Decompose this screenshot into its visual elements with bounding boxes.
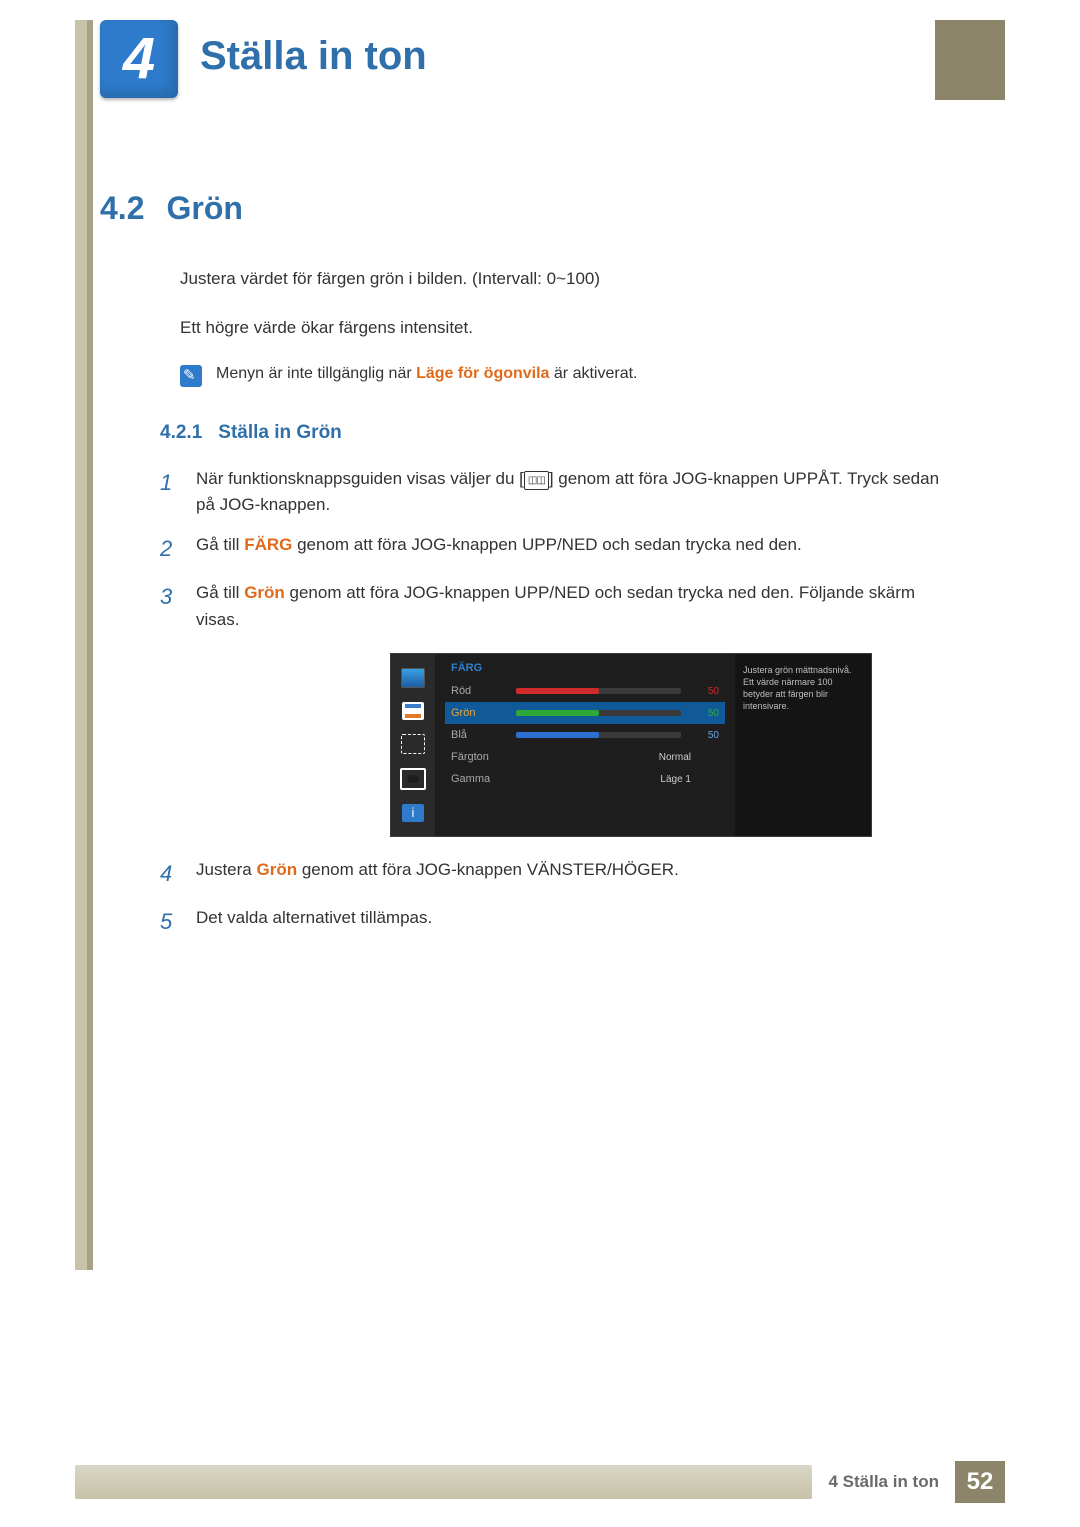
osd-row-tone: Färgton Normal xyxy=(445,746,725,768)
step-body: Det valda alternativet tillämpas. xyxy=(196,905,950,939)
osd-value-tone: Normal xyxy=(516,752,719,763)
osd-fill-green xyxy=(516,710,599,716)
step-1-pre: När funktionsknappsguiden visas väljer d… xyxy=(196,469,524,488)
step-body: Justera Grön genom att föra JOG-knappen … xyxy=(196,857,950,891)
page-number: 52 xyxy=(955,1461,1005,1503)
step-1: 1 När funktionsknappsguiden visas väljer… xyxy=(160,466,950,519)
step-4: 4 Justera Grön genom att föra JOG-knappe… xyxy=(160,857,950,891)
step-body: När funktionsknappsguiden visas väljer d… xyxy=(196,466,950,519)
subsection-title: Ställa in Grön xyxy=(218,422,342,444)
intro-paragraph-2: Ett högre värde ökar färgens intensitet. xyxy=(180,316,950,340)
menu-icon: ◫◫ xyxy=(524,471,549,491)
left-stripe xyxy=(75,20,87,1270)
osd-main: FÄRG Röd 50 Grön 50 Blå 50 Fär xyxy=(435,654,735,836)
step-body: Gå till FÄRG genom att föra JOG-knappen … xyxy=(196,532,950,566)
osd-fill-red xyxy=(516,688,599,694)
subsection-heading: 4.2.1 Ställa in Grön xyxy=(160,422,950,444)
step-number: 3 xyxy=(160,580,178,633)
osd-value-red: 50 xyxy=(691,686,719,697)
osd-sidebar: i xyxy=(391,654,435,836)
note-icon xyxy=(180,365,202,387)
info-icon: i xyxy=(402,804,424,822)
step-3-post: genom att föra JOG-knappen UPP/NED och s… xyxy=(196,583,915,628)
note: Menyn är inte tillgänglig när Läge för ö… xyxy=(180,365,950,387)
step-4-pre: Justera xyxy=(196,860,256,879)
step-3-pre: Gå till xyxy=(196,583,244,602)
step-number: 2 xyxy=(160,532,178,566)
osd-label-tone: Färgton xyxy=(451,751,506,763)
note-text-emphasis: Läge för ögonvila xyxy=(416,365,549,382)
step-2-post: genom att föra JOG-knappen UPP/NED och s… xyxy=(292,535,801,554)
osd-row-red: Röd 50 xyxy=(445,680,725,702)
step-3-em: Grön xyxy=(244,583,285,602)
osd-label-blue: Blå xyxy=(451,729,506,741)
step-4-em: Grön xyxy=(256,860,297,879)
osd-label-green: Grön xyxy=(451,707,506,719)
step-number: 1 xyxy=(160,466,178,519)
osd-fill-blue xyxy=(516,732,599,738)
page-footer: 4 Ställa in ton 52 xyxy=(75,1465,1005,1499)
osd-value-green: 50 xyxy=(691,708,719,719)
osd-row-green: Grön 50 xyxy=(445,702,725,724)
osd-help-text: Justera grön mättnadsnivå. Ett värde när… xyxy=(735,654,871,836)
step-2-pre: Gå till xyxy=(196,535,244,554)
step-5: 5 Det valda alternativet tillämpas. xyxy=(160,905,950,939)
chapter-title: Ställa in ton xyxy=(200,34,427,79)
note-text-pre: Menyn är inte tillgänglig när xyxy=(216,365,416,382)
chapter-badge: 4 xyxy=(100,20,178,98)
footer-chapter-title: 4 Ställa in ton xyxy=(828,1472,939,1492)
osd-screenshot: i FÄRG Röd 50 Grön 50 Blå 50 xyxy=(390,653,872,837)
step-number: 5 xyxy=(160,905,178,939)
step-4-post: genom att föra JOG-knappen VÄNSTER/HÖGER… xyxy=(297,860,679,879)
step-2: 2 Gå till FÄRG genom att föra JOG-knappe… xyxy=(160,532,950,566)
section-heading: 4.2 Grön xyxy=(100,190,950,227)
osd-row-blue: Blå 50 xyxy=(445,724,725,746)
step-2-em: FÄRG xyxy=(244,535,292,554)
step-number: 4 xyxy=(160,857,178,891)
gear-icon xyxy=(400,768,426,790)
left-stripe-dark xyxy=(87,20,93,1270)
monitor-icon xyxy=(401,668,425,688)
section-title: Grön xyxy=(166,190,242,227)
step-3: 3 Gå till Grön genom att föra JOG-knappe… xyxy=(160,580,950,633)
osd-bar-red xyxy=(516,688,681,694)
osd-value-gamma: Läge 1 xyxy=(516,774,719,785)
subsection-number: 4.2.1 xyxy=(160,422,202,444)
step-body: Gå till Grön genom att föra JOG-knappen … xyxy=(196,580,950,633)
osd-label-red: Röd xyxy=(451,685,506,697)
osd-bar-green xyxy=(516,710,681,716)
color-icon xyxy=(402,702,424,720)
osd-label-gamma: Gamma xyxy=(451,773,506,785)
intro-paragraph-1: Justera värdet för färgen grön i bilden.… xyxy=(180,267,950,291)
osd-value-blue: 50 xyxy=(691,730,719,741)
section-number: 4.2 xyxy=(100,190,144,227)
top-right-block xyxy=(935,20,1005,100)
resize-icon xyxy=(401,734,425,754)
note-text: Menyn är inte tillgänglig när Läge för ö… xyxy=(216,365,637,383)
osd-bar-blue xyxy=(516,732,681,738)
note-text-post: är aktiverat. xyxy=(549,365,637,382)
content-area: 4.2 Grön Justera värdet för färgen grön … xyxy=(100,190,950,953)
footer-bar xyxy=(75,1465,812,1499)
steps-list: 1 När funktionsknappsguiden visas väljer… xyxy=(160,466,950,940)
osd-header: FÄRG xyxy=(445,662,725,674)
osd-row-gamma: Gamma Läge 1 xyxy=(445,768,725,790)
